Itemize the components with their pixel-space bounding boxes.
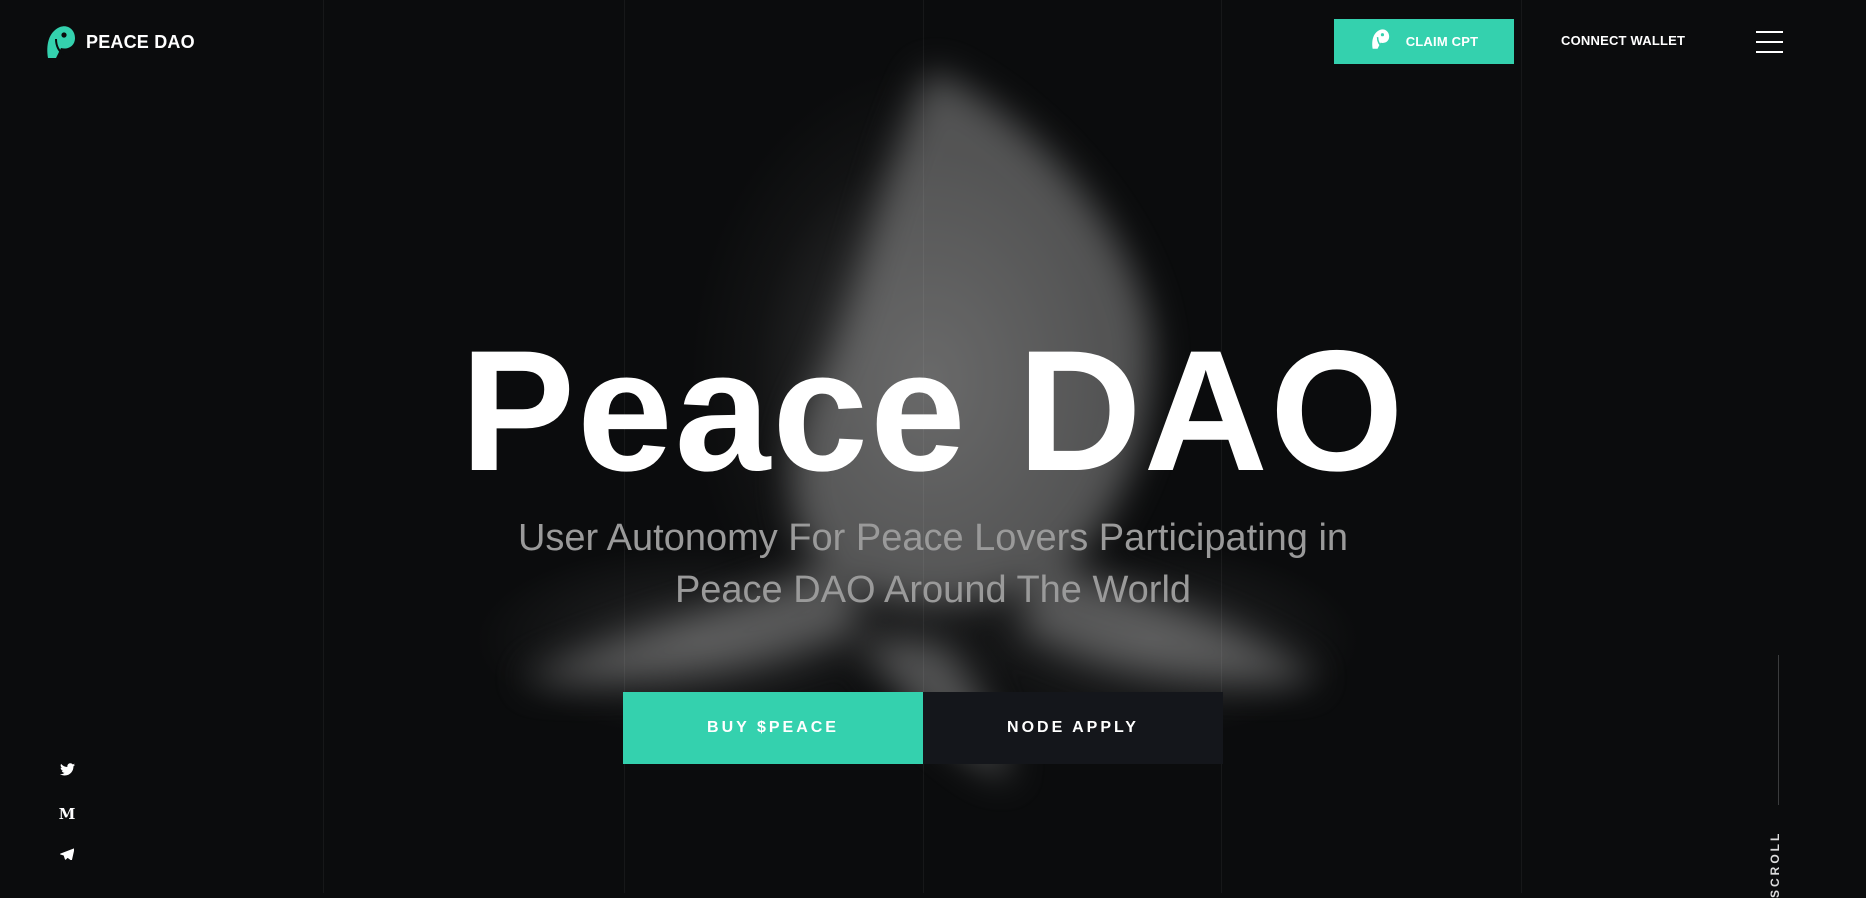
node-apply-button[interactable]: NODE APPLY	[923, 692, 1223, 764]
claim-cpt-label: CLAIM CPT	[1405, 34, 1479, 49]
dove-head-icon	[44, 24, 76, 60]
hero-subtitle: User Autonomy For Peace Lovers Participa…	[433, 512, 1433, 616]
buy-peace-button[interactable]: BUY $PEACE	[623, 692, 923, 764]
brand-name: PEACE DAO	[86, 31, 195, 52]
hero-subtitle-line1: User Autonomy For Peace Lovers Participa…	[517, 517, 1349, 559]
scroll-line	[1778, 655, 1779, 805]
hero-title: Peace DAO	[460, 315, 1406, 507]
dove-head-icon	[1370, 28, 1390, 55]
claim-cpt-button[interactable]: CLAIM CPT	[1334, 19, 1514, 64]
connect-wallet-button[interactable]: CONNECT WALLET	[1561, 33, 1685, 48]
telegram-icon[interactable]	[57, 847, 77, 865]
hero-subtitle-line2: Peace DAO Around The World	[674, 569, 1192, 611]
hamburger-menu-icon[interactable]	[1756, 31, 1783, 53]
medium-icon[interactable]: M	[57, 805, 77, 823]
twitter-icon[interactable]	[57, 763, 77, 781]
scroll-label[interactable]: SCROLL	[1768, 831, 1788, 898]
brand-logo[interactable]: PEACE DAO	[44, 24, 195, 60]
